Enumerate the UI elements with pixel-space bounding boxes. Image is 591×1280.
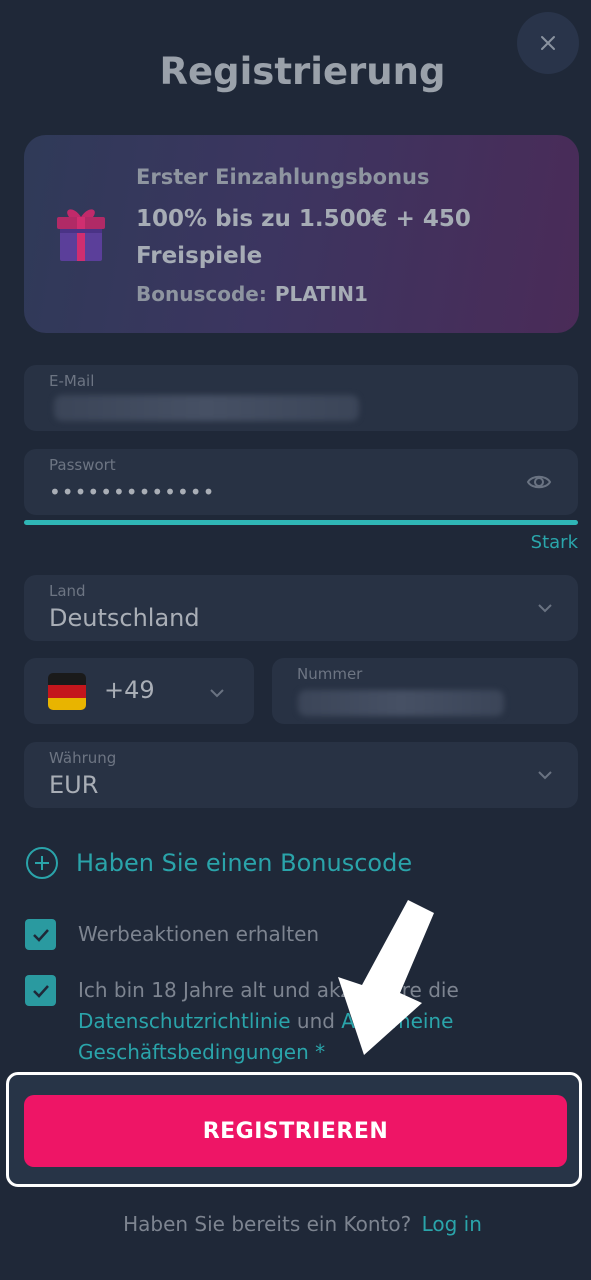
register-button[interactable]: REGISTRIEREN (24, 1095, 567, 1167)
country-value: Deutschland (49, 604, 200, 632)
currency-label: Währung (49, 749, 117, 767)
germany-flag-icon (48, 673, 86, 710)
country-label: Land (49, 582, 86, 600)
bonus-code-label: Bonuscode: (136, 282, 267, 306)
currency-value: EUR (49, 771, 99, 799)
eye-icon[interactable] (526, 469, 552, 495)
check-icon (32, 984, 49, 998)
phone-prefix-value: +49 (104, 676, 155, 704)
bonus-code-value: PLATIN1 (274, 282, 368, 306)
arrow-annotation-icon (338, 900, 434, 1055)
password-field[interactable]: Passwort ••••••••••••• (24, 449, 578, 515)
password-strength-bar (24, 520, 578, 525)
password-label: Passwort (49, 456, 116, 474)
password-value: ••••••••••••• (49, 480, 216, 504)
email-field[interactable]: E-Mail (24, 365, 578, 431)
phone-number-label: Nummer (297, 665, 363, 683)
terms-checkbox-label: Ich bin 18 Jahre alt und akzeptiere die … (78, 975, 548, 1068)
promo-checkbox-label: Werbeaktionen erhalten (78, 922, 320, 946)
email-value-blurred (54, 395, 359, 421)
chevron-down-icon (538, 771, 552, 780)
bonus-code-link[interactable]: Haben Sie einen Bonuscode (25, 846, 412, 880)
check-icon (32, 928, 49, 942)
bonus-code: Bonuscode: PLATIN1 (136, 282, 368, 306)
bonus-heading: Erster Einzahlungsbonus (136, 165, 430, 189)
phone-number-blurred (298, 690, 504, 716)
privacy-policy-link[interactable]: Datenschutzrichtlinie (78, 1009, 291, 1033)
login-prompt: Haben Sie bereits ein Konto? Log in (0, 1212, 591, 1236)
bonus-code-link-label: Haben Sie einen Bonuscode (76, 849, 413, 877)
promo-checkbox[interactable] (25, 919, 56, 950)
page-title: Registrierung (159, 50, 446, 93)
bonus-offer: 100% bis zu 1.500€ + 450 Freispiele (136, 206, 471, 269)
chevron-down-icon (210, 689, 224, 698)
close-icon (541, 36, 555, 50)
login-link[interactable]: Log in (422, 1212, 482, 1236)
plus-circle-icon (26, 847, 58, 879)
terms-checkbox[interactable] (25, 975, 56, 1006)
gift-icon (57, 209, 105, 261)
email-label: E-Mail (49, 372, 95, 390)
chevron-down-icon (538, 604, 552, 613)
password-strength-label: Stark (530, 532, 578, 553)
login-question: Haben Sie bereits ein Konto? (123, 1212, 412, 1236)
country-select[interactable]: Land Deutschland (24, 575, 578, 641)
bonus-card: Erster Einzahlungsbonus 100% bis zu 1.50… (24, 135, 579, 333)
currency-select[interactable]: Währung EUR (24, 742, 578, 808)
phone-prefix-select[interactable]: +49 (24, 658, 254, 724)
phone-number-field[interactable]: Nummer (272, 658, 578, 724)
